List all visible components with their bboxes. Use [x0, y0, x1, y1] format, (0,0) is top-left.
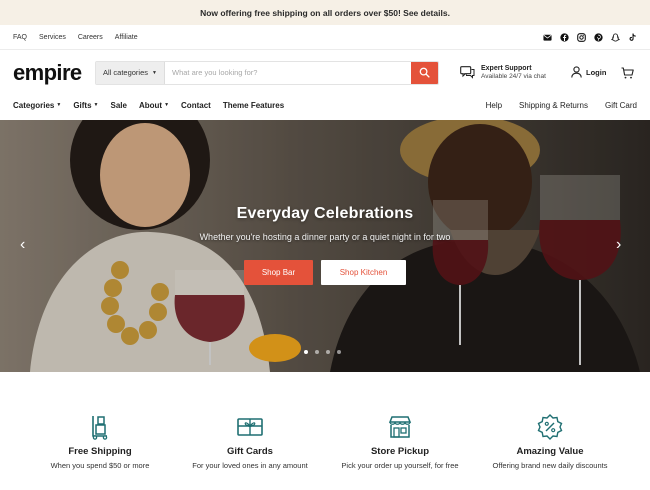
slide-dot-4[interactable] — [337, 350, 341, 354]
support-text: Expert Support Available 24/7 via chat — [481, 65, 546, 80]
slide-dots — [304, 350, 341, 354]
chevron-left-icon[interactable]: ‹ — [20, 236, 25, 254]
category-select-label: All categories — [103, 68, 149, 77]
search-bar: All categories ▼ — [95, 60, 439, 85]
feature-description: Offering brand new daily discounts — [492, 461, 608, 470]
utility-link-careers[interactable]: Careers — [78, 34, 103, 41]
nav-item-contact[interactable]: Contact — [181, 101, 211, 110]
email-icon[interactable] — [543, 33, 552, 42]
feature-title: Gift Cards — [227, 446, 273, 457]
hero-image — [0, 120, 650, 372]
chevron-down-icon: ▼ — [93, 102, 99, 108]
gift-icon — [185, 414, 315, 440]
support-subtitle: Available 24/7 via chat — [481, 73, 546, 80]
feature-title: Free Shipping — [68, 446, 132, 457]
utility-link-services[interactable]: Services — [39, 34, 66, 41]
facebook-icon[interactable] — [560, 32, 569, 42]
feature-description: For your loved ones in any amount — [192, 461, 308, 470]
nav-item-gift-card[interactable]: Gift Card — [605, 101, 637, 110]
tiktok-icon[interactable] — [628, 32, 637, 42]
nav-item-about[interactable]: About ▼ — [139, 101, 169, 110]
utility-link-affiliate[interactable]: Affiliate — [115, 34, 138, 41]
search-button[interactable] — [411, 61, 438, 84]
promo-text[interactable]: Now offering free shipping on all orders… — [200, 8, 450, 18]
main-header: empire All categories ▼ Expert Support A… — [0, 50, 650, 95]
user-icon — [571, 66, 582, 78]
site-logo[interactable]: empire — [13, 60, 95, 86]
nav-left: Categories ▼ Gifts ▼ Sale About ▼ Contact T… — [13, 101, 284, 110]
login-label: Login — [586, 67, 607, 77]
chevron-down-icon: ▼ — [152, 69, 157, 76]
feature-free-shipping: Free Shipping When you spend $50 or more — [35, 414, 165, 471]
pinterest-icon[interactable] — [594, 32, 603, 42]
cart-icon — [621, 67, 634, 79]
social-links — [543, 32, 637, 42]
nav-item-theme-features[interactable]: Theme Features — [223, 101, 284, 110]
feature-amazing-value: Amazing Value Offering brand new daily d… — [485, 414, 615, 471]
hero-slideshow: Everyday Celebrations Whether you're hos… — [0, 120, 650, 372]
utility-links: FAQ Services Careers Affiliate — [13, 34, 138, 41]
support-title: Expert Support — [481, 65, 532, 72]
utility-link-faq[interactable]: FAQ — [13, 34, 27, 41]
main-nav: Categories ▼ Gifts ▼ Sale About ▼ Contact T… — [0, 95, 650, 115]
feature-gift-cards: Gift Cards For your loved ones in any am… — [185, 414, 315, 471]
storefront-icon — [335, 414, 465, 440]
nav-item-help[interactable]: Help — [486, 101, 502, 110]
hero-title: Everyday Celebrations — [236, 205, 414, 222]
instagram-icon[interactable] — [577, 32, 586, 42]
expert-support[interactable]: Expert Support Available 24/7 via chat — [460, 65, 546, 80]
feature-title: Amazing Value — [516, 446, 584, 457]
shop-kitchen-button[interactable]: Shop Kitchen — [321, 260, 406, 285]
login-link[interactable]: Login — [571, 66, 606, 78]
category-select[interactable]: All categories ▼ — [96, 61, 165, 84]
features-section: Free Shipping When you spend $50 or more… — [0, 372, 650, 490]
shop-bar-button[interactable]: Shop Bar — [244, 260, 313, 285]
cart-button[interactable] — [621, 66, 634, 84]
slide-dot-3[interactable] — [326, 350, 330, 354]
nav-item-sale[interactable]: Sale — [111, 101, 127, 110]
nav-item-gifts-label: Gifts — [73, 100, 92, 110]
feature-store-pickup: Store Pickup Pick your order up yourself… — [335, 414, 465, 471]
percent-badge-icon — [485, 414, 615, 440]
nav-right: Help Shipping & Returns Gift Card — [486, 101, 637, 110]
slide-dot-1[interactable] — [304, 350, 308, 354]
hand-truck-icon — [35, 414, 165, 440]
feature-description: Pick your order up yourself, for free — [341, 461, 459, 470]
nav-item-categories[interactable]: Categories ▼ — [13, 101, 61, 110]
chevron-right-icon[interactable]: › — [616, 236, 621, 254]
hero-subtitle: Whether you're hosting a dinner party or… — [199, 232, 451, 242]
chevron-down-icon: ▼ — [164, 102, 170, 108]
feature-description: When you spend $50 or more — [50, 461, 150, 470]
nav-item-shipping-returns[interactable]: Shipping & Returns — [519, 101, 588, 110]
utility-bar: FAQ Services Careers Affiliate — [0, 25, 650, 50]
nav-item-about-label: About — [138, 100, 163, 110]
search-icon — [419, 67, 430, 78]
chat-icon — [460, 66, 475, 79]
snapchat-icon[interactable] — [611, 32, 620, 42]
feature-title: Store Pickup — [370, 446, 430, 457]
search-input[interactable] — [165, 61, 411, 84]
nav-item-gifts[interactable]: Gifts ▼ — [73, 101, 98, 110]
slide-dot-2[interactable] — [315, 350, 319, 354]
hero-buttons: Shop Bar Shop Kitchen — [0, 260, 650, 285]
nav-item-categories-label: Categories — [13, 100, 55, 110]
promo-banner[interactable]: Now offering free shipping on all orders… — [0, 0, 650, 25]
chevron-down-icon: ▼ — [56, 102, 62, 108]
